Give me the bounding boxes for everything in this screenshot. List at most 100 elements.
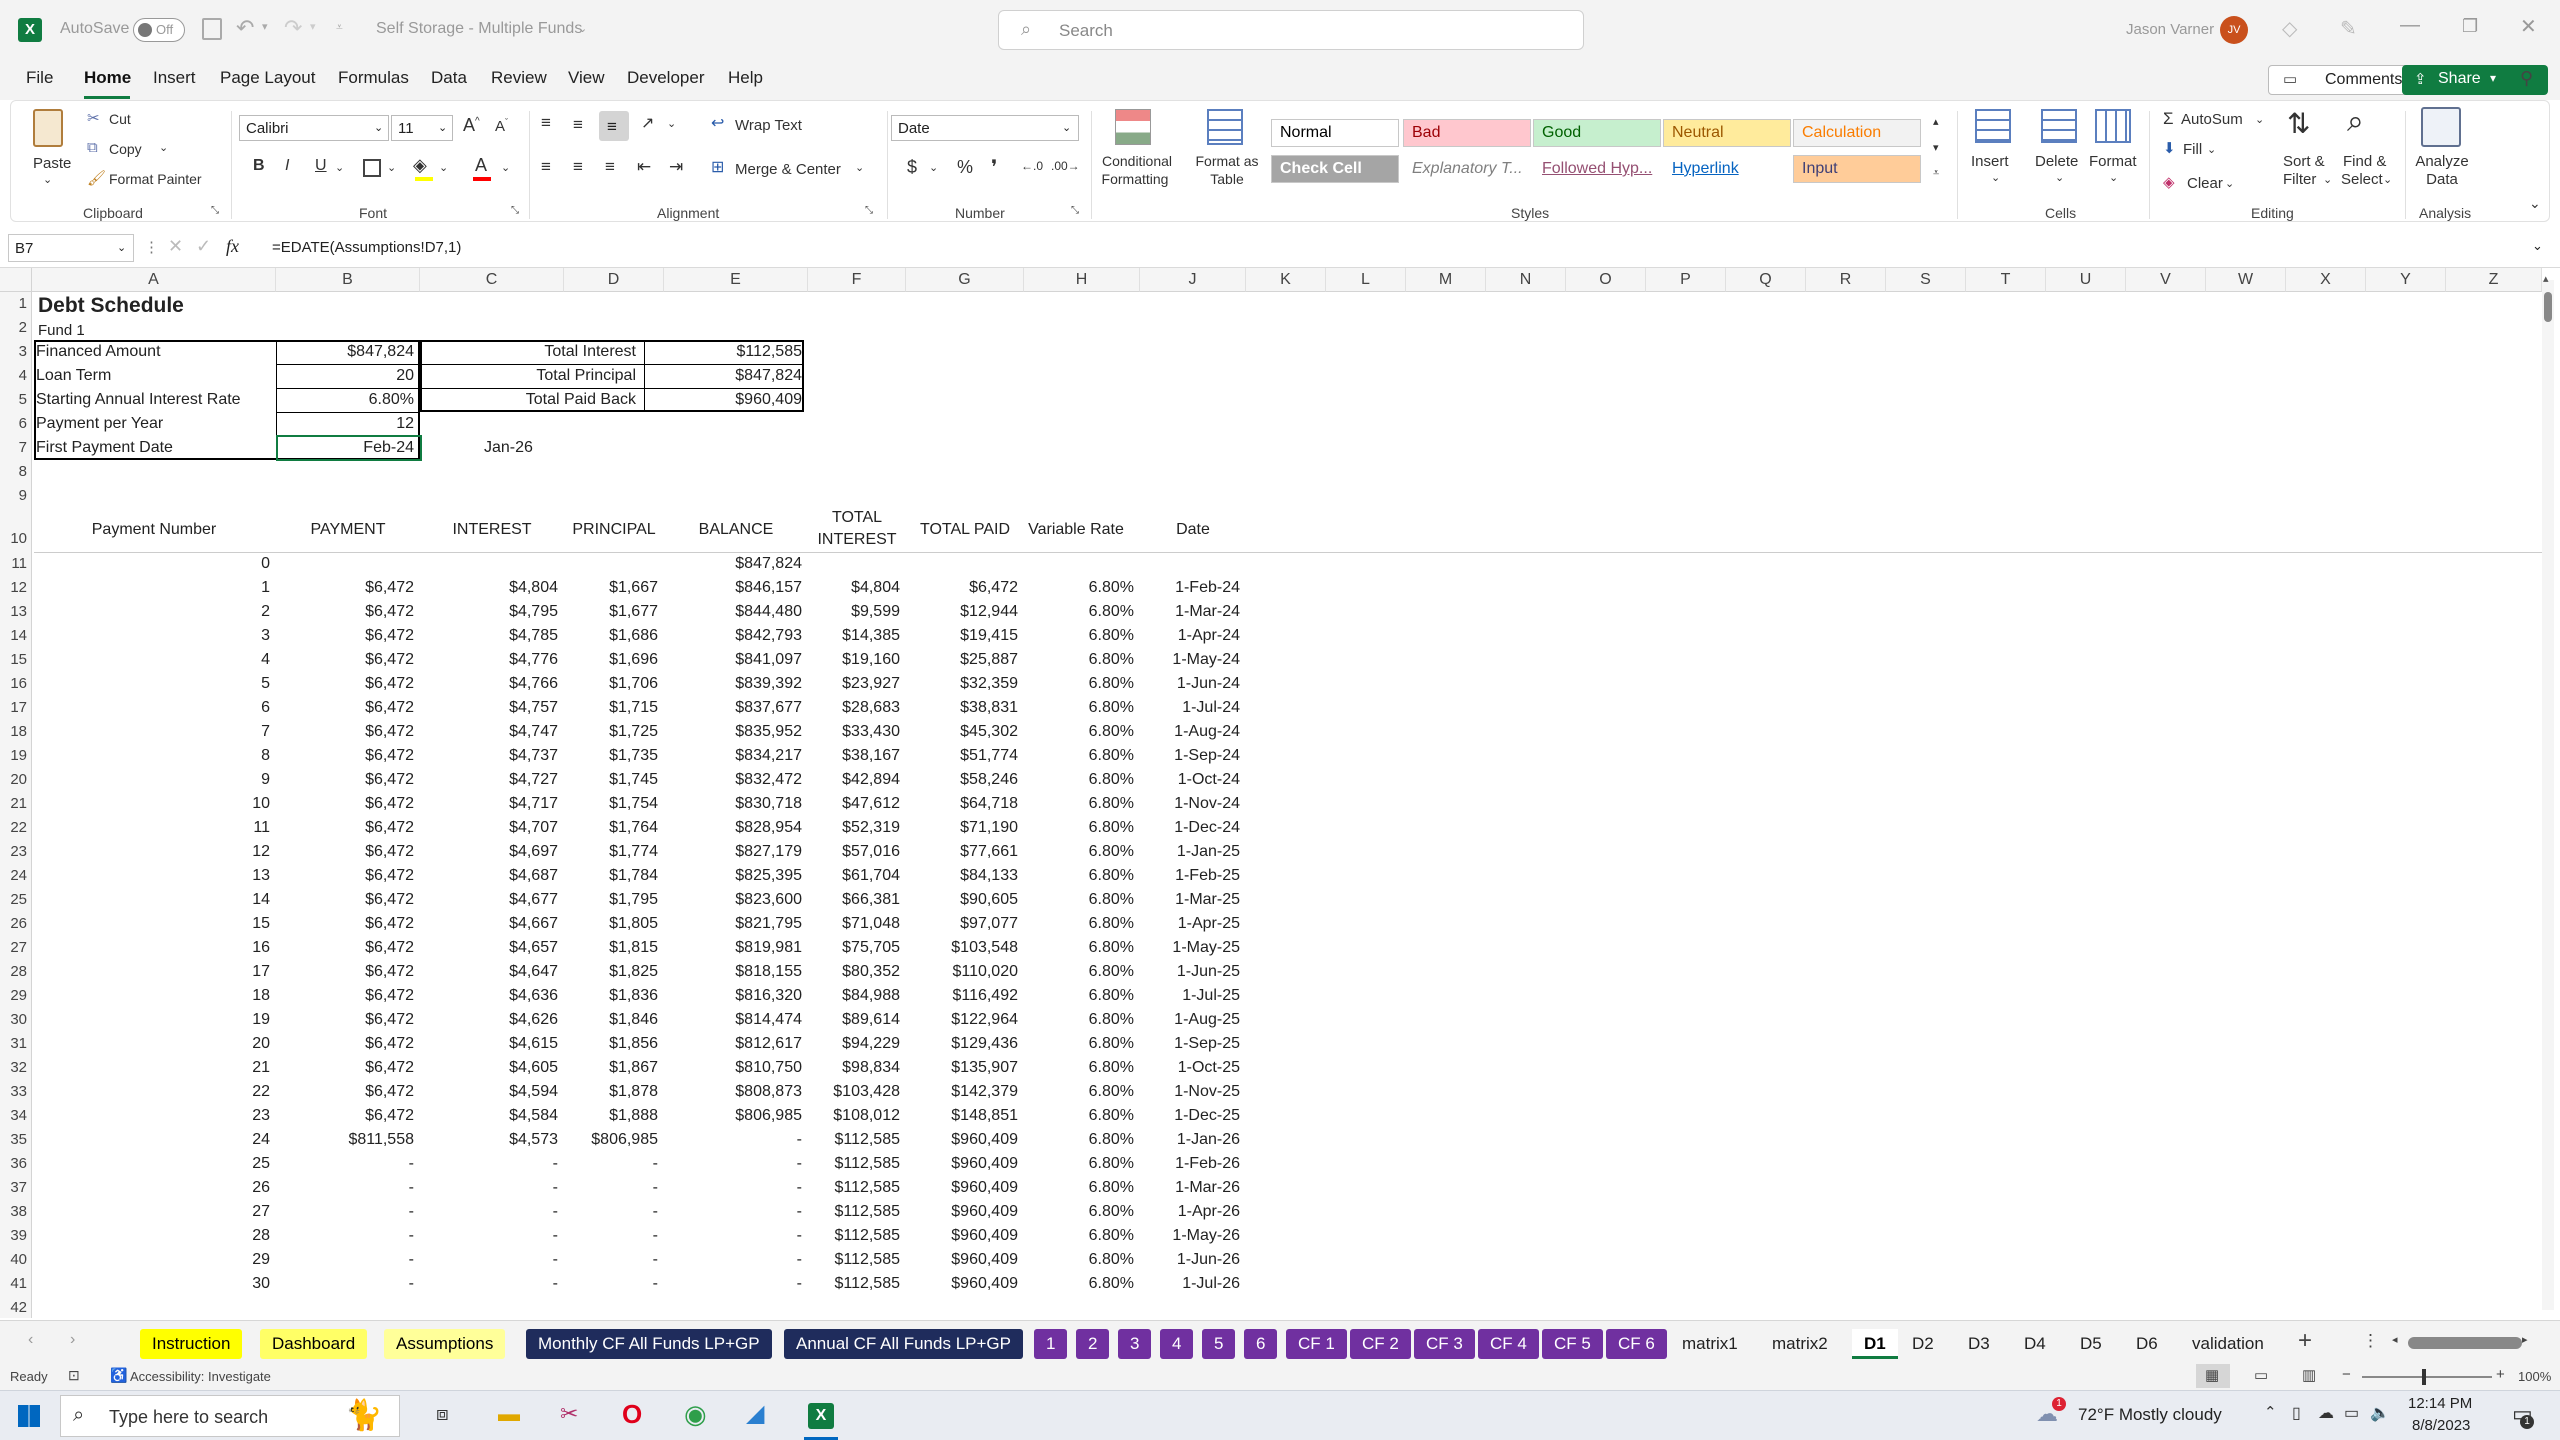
payment-value[interactable]: $6,472 bbox=[280, 696, 414, 720]
row-header[interactable]: 5 bbox=[0, 388, 32, 412]
table-header[interactable]: INTEREST bbox=[808, 528, 906, 552]
balance-value[interactable]: - bbox=[668, 1272, 802, 1296]
payment-number[interactable]: 30 bbox=[36, 1272, 270, 1296]
interest-value[interactable]: $4,647 bbox=[424, 960, 558, 984]
row-header[interactable]: 40 bbox=[0, 1248, 32, 1272]
share-dropdown-icon[interactable]: ▾ bbox=[2490, 71, 2496, 85]
save-icon[interactable] bbox=[202, 18, 222, 40]
date-value[interactable]: 1-Jul-25 bbox=[1144, 984, 1240, 1008]
rate-value[interactable]: 6.80% bbox=[1028, 1176, 1134, 1200]
menu-insert[interactable]: Insert bbox=[153, 68, 196, 88]
date-value[interactable]: 1-Aug-24 bbox=[1144, 720, 1240, 744]
interest-value[interactable]: $4,737 bbox=[424, 744, 558, 768]
merge-center-label[interactable]: Merge & Center bbox=[735, 161, 841, 178]
sheet-tab-4[interactable]: 4 bbox=[1160, 1329, 1194, 1359]
rate-value[interactable]: 6.80% bbox=[1028, 1272, 1134, 1296]
cell-c7[interactable]: Jan-26 bbox=[484, 436, 618, 460]
total-interest-value[interactable]: $38,167 bbox=[812, 744, 900, 768]
row-header[interactable]: 32 bbox=[0, 1056, 32, 1080]
interest-value[interactable]: $4,804 bbox=[424, 576, 558, 600]
payment-value[interactable]: $6,472 bbox=[280, 672, 414, 696]
align-right-icon[interactable]: ≡ bbox=[605, 157, 615, 177]
style-followed-hyperlink[interactable]: Followed Hyp... bbox=[1533, 155, 1661, 183]
tabs-more-icon[interactable]: ⋮ bbox=[2362, 1331, 2379, 1351]
network-icon[interactable]: ▭ bbox=[2344, 1403, 2359, 1423]
rate-value[interactable]: 6.80% bbox=[1028, 600, 1134, 624]
decrease-decimal-icon[interactable]: .00→ bbox=[1051, 159, 1080, 173]
date-value[interactable]: 1-Mar-24 bbox=[1144, 600, 1240, 624]
date-value[interactable]: 1-Jun-25 bbox=[1144, 960, 1240, 984]
row-header[interactable]: 14 bbox=[0, 624, 32, 648]
balance-value[interactable]: $847,824 bbox=[668, 552, 802, 576]
sheet-tab-cf-3[interactable]: CF 3 bbox=[1414, 1329, 1475, 1359]
total-paid-value[interactable]: $960,409 bbox=[910, 1176, 1018, 1200]
balance-value[interactable]: - bbox=[668, 1128, 802, 1152]
column-header[interactable]: D bbox=[564, 268, 664, 292]
payment-number[interactable]: 11 bbox=[36, 816, 270, 840]
payment-number[interactable]: 12 bbox=[36, 840, 270, 864]
clock-time[interactable]: 12:14 PM bbox=[2408, 1395, 2472, 1412]
principal-value[interactable]: $1,805 bbox=[568, 912, 658, 936]
task-view-icon[interactable]: ⧈ bbox=[436, 1403, 449, 1426]
copy-label[interactable]: Copy bbox=[109, 141, 142, 157]
principal-value[interactable]: - bbox=[568, 1200, 658, 1224]
table-header[interactable]: PAYMENT bbox=[276, 518, 420, 542]
total-paid-value[interactable]: $12,944 bbox=[910, 600, 1018, 624]
total-interest-value[interactable]: $112,585 bbox=[812, 1224, 900, 1248]
balance-value[interactable]: $814,474 bbox=[668, 1008, 802, 1032]
style-bad[interactable]: Bad bbox=[1403, 119, 1531, 147]
total-interest-value[interactable]: $47,612 bbox=[812, 792, 900, 816]
balance-value[interactable]: - bbox=[668, 1176, 802, 1200]
principal-value[interactable]: $1,686 bbox=[568, 624, 658, 648]
menu-file[interactable]: File bbox=[26, 68, 53, 88]
name-box[interactable]: B7 ⌄ bbox=[8, 234, 134, 262]
total-interest-value[interactable]: $112,585 bbox=[812, 1272, 900, 1296]
horizontal-scroll-thumb[interactable] bbox=[2408, 1337, 2522, 1349]
total-interest-value[interactable]: $94,229 bbox=[812, 1032, 900, 1056]
row-header[interactable]: 39 bbox=[0, 1224, 32, 1248]
row-header[interactable]: 7 bbox=[0, 436, 32, 460]
total-paid-value[interactable]: $71,190 bbox=[910, 816, 1018, 840]
zoom-slider-thumb[interactable] bbox=[2422, 1369, 2426, 1385]
payment-value[interactable]: - bbox=[280, 1248, 414, 1272]
pen-icon[interactable]: ✎ bbox=[2340, 16, 2357, 41]
balance-value[interactable]: - bbox=[668, 1152, 802, 1176]
total-paid-value[interactable]: $6,472 bbox=[910, 576, 1018, 600]
increase-font-icon[interactable]: A^ bbox=[463, 115, 480, 136]
total-interest-value[interactable]: $9,599 bbox=[812, 600, 900, 624]
payment-number[interactable]: 18 bbox=[36, 984, 270, 1008]
interest-value[interactable]: $4,766 bbox=[424, 672, 558, 696]
row-header[interactable]: 29 bbox=[0, 984, 32, 1008]
payment-number[interactable]: 19 bbox=[36, 1008, 270, 1032]
fill-color-dropdown-icon[interactable]: ⌄ bbox=[439, 161, 448, 174]
principal-value[interactable]: $1,888 bbox=[568, 1104, 658, 1128]
payment-value[interactable]: $6,472 bbox=[280, 888, 414, 912]
snipping-tool-icon[interactable]: ✂ bbox=[560, 1401, 578, 1427]
column-header[interactable]: K bbox=[1246, 268, 1326, 292]
total-paid-value[interactable]: $97,077 bbox=[910, 912, 1018, 936]
date-value[interactable]: 1-Oct-24 bbox=[1144, 768, 1240, 792]
sheet-tab-d3[interactable]: D3 bbox=[1956, 1329, 2002, 1359]
interest-value[interactable]: $4,727 bbox=[424, 768, 558, 792]
rate-value[interactable]: 6.80% bbox=[1028, 624, 1134, 648]
zoom-slider-track[interactable] bbox=[2362, 1376, 2492, 1378]
clear-label[interactable]: Clear bbox=[2187, 175, 2223, 192]
row-header[interactable]: 27 bbox=[0, 936, 32, 960]
row-header[interactable]: 23 bbox=[0, 840, 32, 864]
tab-scroll-left-icon[interactable]: ‹ bbox=[28, 1331, 33, 1349]
balance-value[interactable]: - bbox=[668, 1200, 802, 1224]
insert-function-icon[interactable]: fx bbox=[226, 236, 239, 257]
align-bottom-button[interactable]: ≡ bbox=[599, 111, 629, 141]
interest-value[interactable]: $4,697 bbox=[424, 840, 558, 864]
total-paid-value[interactable]: $77,661 bbox=[910, 840, 1018, 864]
row-header[interactable]: 21 bbox=[0, 792, 32, 816]
balance-value[interactable]: $821,795 bbox=[668, 912, 802, 936]
balance-value[interactable]: $806,985 bbox=[668, 1104, 802, 1128]
payment-value[interactable]: $6,472 bbox=[280, 768, 414, 792]
insert-cells-icon[interactable] bbox=[1975, 109, 2011, 143]
menu-developer[interactable]: Developer bbox=[627, 68, 705, 88]
wrap-text-icon[interactable]: ↩ bbox=[711, 113, 724, 133]
payment-number[interactable]: 10 bbox=[36, 792, 270, 816]
total-paid-value[interactable]: $135,907 bbox=[910, 1056, 1018, 1080]
payment-number[interactable]: 14 bbox=[36, 888, 270, 912]
